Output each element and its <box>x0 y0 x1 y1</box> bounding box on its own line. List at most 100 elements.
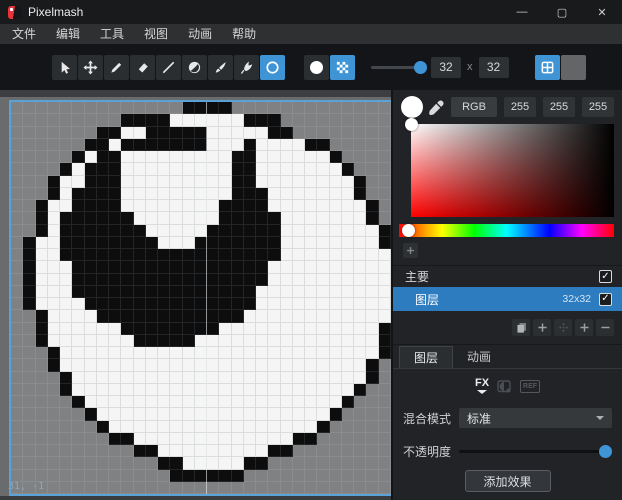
hue-slider[interactable] <box>399 224 614 237</box>
tab-animation[interactable]: 动画 <box>453 346 505 368</box>
menu-item-0[interactable]: 文件 <box>2 24 46 44</box>
blue-value-field[interactable]: 255 <box>582 97 614 117</box>
pen-tool-button[interactable] <box>234 55 259 80</box>
brush-tool-button[interactable] <box>208 55 233 80</box>
canvas-width-field[interactable]: 32 <box>431 57 461 78</box>
add-layer-icon <box>536 321 549 334</box>
grid-toggle-button[interactable] <box>535 55 560 80</box>
center-guide-line <box>206 102 207 494</box>
adjustment-icon[interactable] <box>496 379 513 394</box>
secondary-view-button[interactable] <box>561 55 586 80</box>
layer-buttons-row <box>393 319 622 336</box>
pen-icon <box>239 60 254 75</box>
minimize-button[interactable]: — <box>502 0 542 24</box>
eraser-icon <box>135 60 150 75</box>
title-bar: Pixelmash — ▢ ✕ <box>0 0 622 24</box>
menu-item-1[interactable]: 编辑 <box>46 24 90 44</box>
add-effect-button[interactable]: 添加效果 <box>465 470 551 492</box>
window-title: Pixelmash <box>28 5 83 19</box>
menu-item-5[interactable]: 帮助 <box>222 24 266 44</box>
color-mode-button[interactable]: RGB <box>451 97 497 117</box>
fill-icon <box>187 60 202 75</box>
move-tool-button[interactable] <box>78 55 103 80</box>
sv-cursor[interactable] <box>405 118 418 131</box>
layer-name: 图层 <box>415 291 439 308</box>
menu-item-2[interactable]: 工具 <box>90 24 134 44</box>
eyedropper-icon[interactable] <box>428 99 445 116</box>
blend-mode-row: 混合模式 标准 <box>403 408 612 428</box>
opacity-row: 不透明度 <box>403 443 612 460</box>
opacity-label: 不透明度 <box>403 443 451 460</box>
menu-item-3[interactable]: 视图 <box>134 24 178 44</box>
dither-toggle-button[interactable] <box>330 55 355 80</box>
move-icon <box>83 60 98 75</box>
line-tool-button[interactable] <box>156 55 181 80</box>
delete-layer-button[interactable] <box>596 319 614 336</box>
slider-track <box>371 66 417 69</box>
select-tool-button[interactable] <box>52 55 77 80</box>
cursor-coordinates: 31, -1 <box>8 481 44 492</box>
opacity-slider-handle[interactable] <box>599 445 612 458</box>
app-window: Pixelmash — ▢ ✕ 文件编辑工具视图动画帮助 32 x 32 <box>0 0 622 500</box>
canvas-height-field[interactable]: 32 <box>479 57 509 78</box>
tab-layers[interactable]: 图层 <box>399 346 453 368</box>
canvas-selection-border <box>9 100 391 496</box>
window-controls: — ▢ ✕ <box>502 0 622 24</box>
add-group-button[interactable] <box>575 319 593 336</box>
app-logo-icon <box>8 6 21 19</box>
blend-mode-select[interactable]: 标准 <box>459 408 612 428</box>
blend-mode-label: 混合模式 <box>403 410 451 427</box>
ref-icon[interactable]: REF <box>520 380 540 393</box>
duplicate-layer-button[interactable] <box>512 319 530 336</box>
saturation-value-picker[interactable] <box>411 124 614 217</box>
brush-icon <box>213 60 228 75</box>
toolbar: 32 x 32 <box>0 44 622 90</box>
close-button[interactable]: ✕ <box>582 0 622 24</box>
layer-group-row[interactable]: 主要 <box>393 266 622 287</box>
chevron-down-icon <box>596 416 604 420</box>
grid-icon <box>540 60 555 75</box>
effects-icons-row: FX REF <box>393 376 622 396</box>
green-value-field[interactable]: 255 <box>543 97 575 117</box>
add-swatch-button[interactable] <box>403 243 418 258</box>
pixel-canvas[interactable] <box>11 102 391 494</box>
layer-visibility-checkbox[interactable] <box>599 293 612 306</box>
brush-size-slider[interactable] <box>369 55 427 80</box>
brush-shape-button[interactable] <box>304 55 329 80</box>
opacity-slider[interactable] <box>459 445 612 458</box>
select-icon <box>57 60 72 75</box>
ellipse-tool-button[interactable] <box>260 55 285 80</box>
fx-icon[interactable]: FX <box>475 378 489 394</box>
canvas-viewport: 31, -1 <box>0 90 391 500</box>
slider-handle[interactable] <box>414 61 427 74</box>
pencil-tool-button[interactable] <box>104 55 129 80</box>
color-tools-row: RGB 255 255 255 <box>393 90 622 122</box>
layer-visibility-checkbox[interactable] <box>599 270 612 283</box>
ellipse-icon <box>265 60 280 75</box>
add-layer-button[interactable] <box>533 319 551 336</box>
round-brush-icon <box>310 61 323 74</box>
hue-cursor[interactable] <box>402 224 415 237</box>
duplicate-layer-icon <box>515 321 528 334</box>
dimension-separator: x <box>467 61 473 73</box>
dither-pattern-icon <box>335 60 350 75</box>
eraser-tool-button[interactable] <box>130 55 155 80</box>
maximize-button[interactable]: ▢ <box>542 0 582 24</box>
right-panel: RGB 255 255 255 主要 <box>391 90 622 500</box>
fx-arrow-icon <box>477 390 487 394</box>
tool-group <box>52 55 286 80</box>
layer-size-badge: 32x32 <box>562 293 591 305</box>
red-value-field[interactable]: 255 <box>504 97 536 117</box>
layer-group-name: 主要 <box>405 268 429 285</box>
plus-icon <box>405 245 416 256</box>
current-color-swatch[interactable] <box>401 96 423 118</box>
move-layer-icon <box>557 321 570 334</box>
fill-tool-button[interactable] <box>182 55 207 80</box>
panel-tabs: 图层动画 <box>393 346 622 369</box>
pencil-icon <box>109 60 124 75</box>
menu-item-4[interactable]: 动画 <box>178 24 222 44</box>
add-group-icon <box>578 321 591 334</box>
add-swatch-row <box>403 243 622 258</box>
layer-row-selected[interactable]: 图层 32x32 <box>393 287 622 311</box>
move-layer-button[interactable] <box>554 319 572 336</box>
